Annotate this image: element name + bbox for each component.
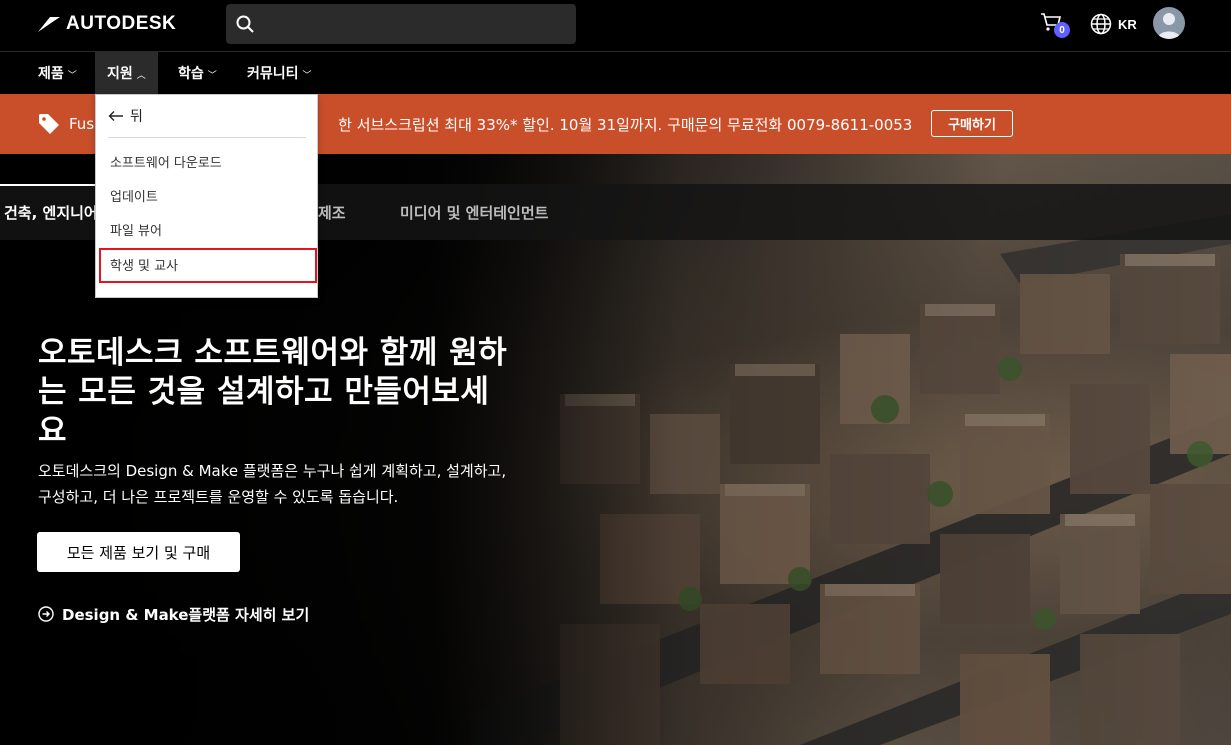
nav-label: 지원 (107, 66, 133, 82)
nav-item-support[interactable]: 지원 ︿ (95, 52, 158, 94)
main-nav: 제품 ﹀ 지원 ︿ 학습 ﹀ 커뮤니티 ﹀ (0, 52, 1231, 94)
view-all-products-button[interactable]: 모든 제품 보기 및 구매 (37, 532, 240, 572)
menu-item-file-viewers[interactable]: 파일 뷰어 (110, 218, 162, 240)
search-icon (236, 15, 254, 33)
tab-label: 제조 (318, 203, 346, 222)
user-icon (1157, 13, 1181, 39)
cart-button[interactable]: 0 (1040, 12, 1072, 40)
hero-title: 오토데스크 소프트웨어와 함께 원하는 모든 것을 설계하고 만들어보세요 (38, 335, 508, 449)
language-selector[interactable]: KR (1090, 12, 1137, 36)
nav-item-community[interactable]: 커뮤니티 ﹀ (235, 52, 324, 94)
cart-count-badge: 0 (1054, 22, 1070, 38)
menu-divider (108, 137, 306, 138)
tab-label: 건축, 엔지니어 (4, 203, 98, 222)
highlight-box (99, 248, 317, 283)
globe-icon (1090, 13, 1112, 35)
logo-text: AUTODESK (66, 13, 177, 34)
tab-architecture[interactable]: 건축, 엔지니어 (4, 184, 98, 240)
buy-now-button[interactable]: 구매하기 (931, 110, 1013, 137)
arrow-left-icon (108, 111, 123, 121)
menu-item-updates[interactable]: 업데이트 (110, 184, 158, 206)
design-make-link-label: Design & Make플랫폼 자세히 보기 (62, 605, 310, 624)
price-tag-icon (39, 114, 59, 134)
chevron-down-icon: ﹀ (67, 70, 77, 81)
autodesk-logo[interactable]: AUTODESK (38, 13, 177, 34)
chevron-down-icon: ﹀ (302, 70, 312, 81)
nav-item-products[interactable]: 제품 ﹀ (26, 52, 89, 94)
nav-label: 학습 (178, 66, 204, 82)
back-label: 뒤 (130, 109, 143, 125)
back-button[interactable]: 뒤 (108, 105, 143, 127)
support-dropdown-menu: 뒤 소프트웨어 다운로드 업데이트 파일 뷰어 학생 및 교사 (95, 94, 318, 298)
top-header: AUTODESK 0 KR (0, 0, 1231, 52)
promo-text-end: 한 서브스크립션 최대 33%* 할인. 10월 31일까지. 구매문의 무료전… (338, 115, 913, 134)
hero-subtitle: 오토데스크의 Design & Make 플랫폼은 누구나 쉽게 계획하고, 설… (38, 462, 507, 506)
nav-label: 커뮤니티 (247, 66, 299, 82)
promo-text-start: Fus (69, 115, 95, 133)
tab-label: 미디어 및 엔터테인먼트 (400, 203, 549, 222)
autodesk-logo-icon (38, 17, 60, 32)
nav-item-learning[interactable]: 학습 ﹀ (166, 52, 229, 94)
arrow-circle-icon (38, 606, 54, 622)
chevron-up-icon: ︿ (136, 70, 146, 81)
design-make-link[interactable]: Design & Make플랫폼 자세히 보기 (38, 602, 309, 626)
active-tab-indicator (0, 184, 95, 186)
chevron-down-icon: ﹀ (207, 70, 217, 81)
user-avatar[interactable] (1153, 7, 1185, 39)
tab-manufacturing[interactable]: 제조 (318, 184, 346, 240)
nav-label: 제품 (38, 66, 64, 82)
search-input[interactable] (262, 16, 562, 32)
menu-item-software-download[interactable]: 소프트웨어 다운로드 (110, 150, 222, 172)
language-label: KR (1118, 16, 1137, 32)
search-box[interactable] (226, 4, 576, 44)
tab-media-entertainment[interactable]: 미디어 및 엔터테인먼트 (400, 184, 548, 240)
